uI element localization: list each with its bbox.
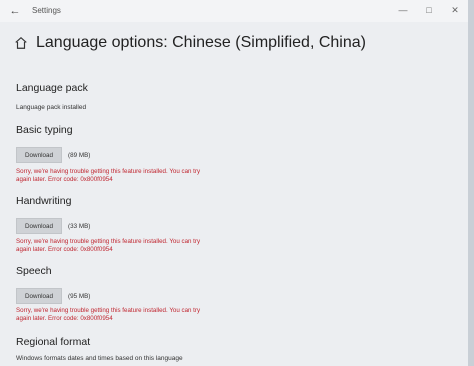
section-heading-speech: Speech xyxy=(16,265,52,277)
basic-typing-error: Sorry, we're having trouble getting this… xyxy=(16,168,226,184)
section-heading-basic-typing: Basic typing xyxy=(16,124,73,136)
maximize-icon[interactable]: □ xyxy=(420,2,438,18)
speech-download-button[interactable]: Download xyxy=(16,288,62,304)
regional-format-description: Windows formats dates and times based on… xyxy=(16,355,183,362)
section-heading-handwriting: Handwriting xyxy=(16,195,72,207)
language-pack-status: Language pack installed xyxy=(16,104,87,111)
speech-download-row: Download (95 MB) xyxy=(16,288,90,304)
section-heading: Language pack xyxy=(16,82,88,94)
settings-window: ← Settings — □ ✕ Language options: Chine… xyxy=(0,0,474,366)
basic-typing-download-row: Download (89 MB) xyxy=(16,147,90,163)
page-title: Language options: Chinese (Simplified, C… xyxy=(36,34,366,51)
minimize-icon[interactable]: — xyxy=(394,2,412,18)
window-controls: — □ ✕ xyxy=(394,2,464,18)
window-edge xyxy=(468,0,474,366)
section-language-pack: Language pack xyxy=(16,82,88,94)
window-title: Settings xyxy=(32,6,61,15)
page-header: Language options: Chinese (Simplified, C… xyxy=(14,34,366,52)
basic-typing-size: (89 MB) xyxy=(68,151,91,159)
handwriting-error: Sorry, we're having trouble getting this… xyxy=(16,238,226,254)
error-line-2: again later. Error code: 0x800f0954 xyxy=(16,246,113,253)
back-arrow-icon[interactable]: ← xyxy=(8,4,22,18)
basic-typing-download-button[interactable]: Download xyxy=(16,147,62,163)
section-heading-regional-format: Regional format xyxy=(16,336,91,348)
handwriting-download-row: Download (33 MB) xyxy=(16,218,90,234)
home-icon xyxy=(15,36,27,49)
error-line-1: Sorry, we're having trouble getting this… xyxy=(16,238,201,245)
speech-size: (95 MB) xyxy=(68,292,91,300)
error-line-2: again later. Error code: 0x800f0954 xyxy=(16,315,113,322)
speech-error: Sorry, we're having trouble getting this… xyxy=(16,307,226,323)
error-line-1: Sorry, we're having trouble getting this… xyxy=(16,307,201,314)
handwriting-download-button[interactable]: Download xyxy=(16,218,62,234)
error-line-1: Sorry, we're having trouble getting this… xyxy=(16,168,201,175)
title-bar: ← Settings — □ ✕ xyxy=(0,0,474,22)
close-icon[interactable]: ✕ xyxy=(446,2,464,18)
handwriting-size: (33 MB) xyxy=(68,222,91,230)
error-line-2: again later. Error code: 0x800f0954 xyxy=(16,176,113,183)
